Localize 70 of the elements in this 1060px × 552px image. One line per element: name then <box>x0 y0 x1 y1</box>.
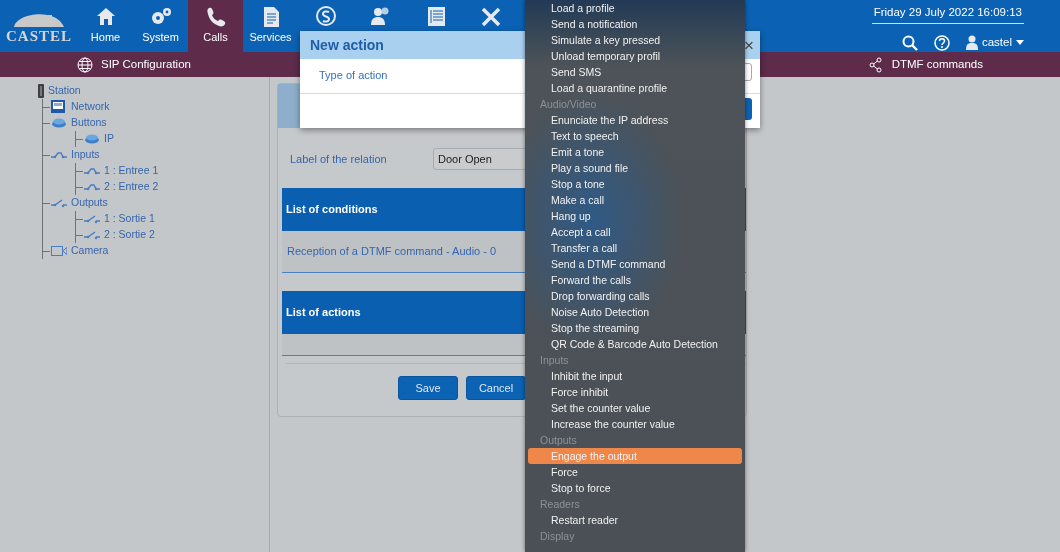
switch-icon <box>51 196 67 210</box>
switch-icon <box>84 212 100 226</box>
share-icon <box>867 56 884 73</box>
tree-item[interactable]: Station <box>0 83 269 99</box>
globe-icon <box>77 56 93 73</box>
network-icon <box>51 100 67 114</box>
search-icon[interactable] <box>901 34 918 51</box>
group-heading: Outputs <box>540 433 577 448</box>
menu-option[interactable]: Inhibit the input <box>528 368 742 384</box>
menu-option[interactable]: Load a quarantine profile <box>528 80 742 96</box>
s-circle-icon[interactable] <box>313 5 338 27</box>
caret-icon <box>1016 40 1024 46</box>
menu-option[interactable]: Restart reader <box>528 512 742 528</box>
help-icon[interactable] <box>933 34 950 51</box>
close-button[interactable]: × <box>744 36 754 54</box>
tree-item[interactable]: 1 : Entree 1 <box>84 163 269 179</box>
menu-option[interactable]: Load a profile <box>528 0 742 16</box>
submenu-link[interactable]: DTMF commands <box>867 55 983 74</box>
logo-text: CASTEL <box>6 26 72 46</box>
tree-item[interactable]: Network <box>51 99 269 115</box>
menu-option[interactable]: Send a DTMF command <box>528 256 742 272</box>
menu-option[interactable]: Emit a tone <box>528 144 742 160</box>
camera-icon <box>51 244 67 258</box>
tree-item[interactable]: 2 : Entree 2 <box>84 179 269 195</box>
menu-option[interactable]: Text to speech <box>528 128 742 144</box>
tree-item[interactable]: 1 : Sortie 1 <box>84 211 269 227</box>
group-heading: Inputs <box>540 353 569 368</box>
menu-option[interactable]: Force <box>528 464 742 480</box>
user-menu[interactable]: castel <box>965 34 1024 52</box>
menu-option[interactable]: Drop forwarding calls <box>528 288 742 304</box>
nav-tab[interactable]: System <box>133 0 188 52</box>
button-icon <box>84 132 100 146</box>
tree-item[interactable]: IP <box>84 131 269 147</box>
menu-option[interactable]: Unload temporary profil <box>528 48 742 64</box>
field-label: Type of action <box>319 68 388 83</box>
tree-item[interactable]: Inputs <box>51 147 269 163</box>
field-label: Label of the relation <box>290 151 388 167</box>
menu-option[interactable]: Send SMS <box>528 64 742 80</box>
menu-option[interactable]: Transfer a call <box>528 240 742 256</box>
submenu-link[interactable]: SIP Configuration <box>77 55 191 74</box>
menu-option[interactable]: Enunciate the IP address <box>528 112 742 128</box>
menu-option[interactable]: Play a sound file <box>528 160 742 176</box>
menu-option[interactable]: Stop the streaming <box>528 320 742 336</box>
group-heading: Display <box>540 529 575 544</box>
menu-option[interactable]: Simulate a key pressed <box>528 32 742 48</box>
menu-option[interactable]: Hang up <box>528 208 742 224</box>
save-button[interactable]: Save <box>398 376 458 400</box>
date-time: Friday 29 July 2022 16:09:13 <box>871 4 1024 25</box>
menu-option[interactable]: Make a call <box>528 192 742 208</box>
tree-item[interactable]: Buttons <box>51 115 269 131</box>
tree-item[interactable]: 2 : Sortie 2 <box>84 227 269 243</box>
user-icon <box>965 35 978 51</box>
group-heading: Audio/Video <box>540 97 597 112</box>
menu-option[interactable]: Set the counter value <box>528 400 742 416</box>
menu-option[interactable]: Stop to force <box>528 480 742 496</box>
group-heading: Readers <box>540 497 580 512</box>
tree-item[interactable]: Outputs <box>51 195 269 211</box>
menu-option[interactable]: Increase the counter value <box>528 416 742 432</box>
dialog-title: New action <box>310 35 384 55</box>
nav-tab[interactable]: Calls <box>188 0 243 52</box>
menu-option[interactable]: Forward the calls <box>528 272 742 288</box>
menu-option[interactable]: Force inhibit <box>528 384 742 400</box>
nav-tab[interactable]: Home <box>78 0 133 52</box>
cancel-button[interactable]: Cancel <box>466 376 526 400</box>
tree-item[interactable]: Camera <box>51 243 269 259</box>
nav-tab[interactable]: Services <box>243 0 298 52</box>
button-icon <box>51 116 67 130</box>
switch-icon <box>84 228 100 242</box>
menu-option[interactable]: Send a notification <box>528 16 742 32</box>
menu-option[interactable]: Noise Auto Detection <box>528 304 742 320</box>
